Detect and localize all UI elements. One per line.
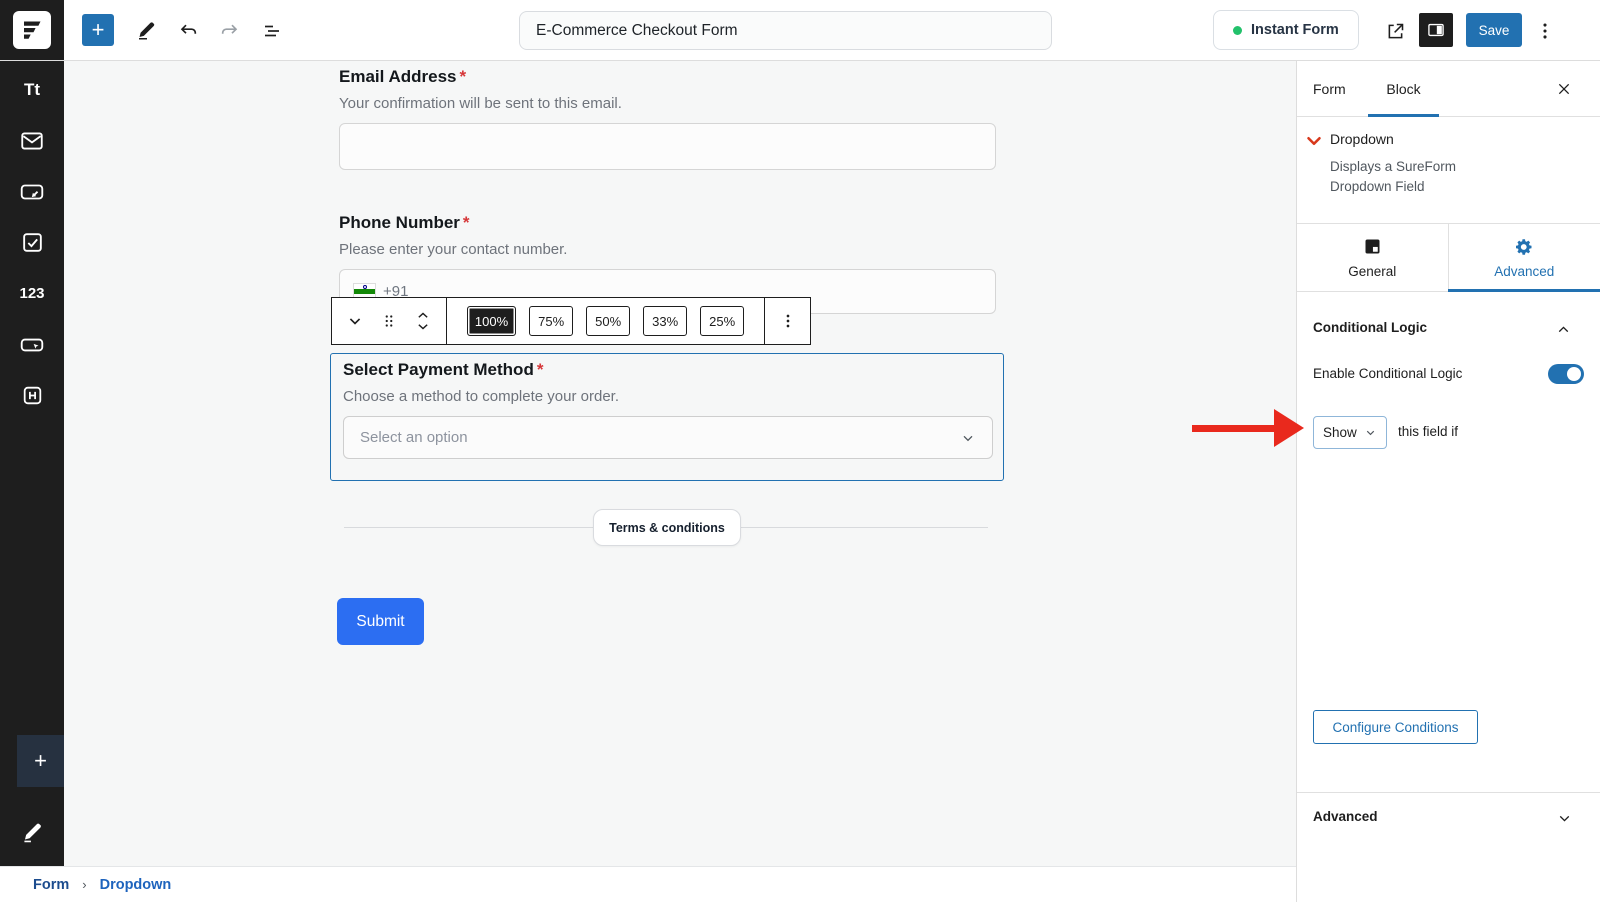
field-tools-sidebar: Tt 123 + bbox=[0, 61, 64, 866]
payment-help-text: Choose a method to complete your order. bbox=[343, 388, 1003, 405]
width-25-button[interactable]: 25% bbox=[700, 306, 744, 336]
payment-label: Select Payment Method* bbox=[343, 360, 1003, 380]
drag-handle-icon[interactable] bbox=[374, 303, 404, 339]
close-icon[interactable] bbox=[1556, 81, 1572, 97]
breadcrumb: Form › Dropdown bbox=[0, 866, 1296, 902]
add-field-button[interactable]: + bbox=[17, 735, 64, 787]
status-dot-icon bbox=[1233, 26, 1242, 35]
top-bar: + Instant Form Save bbox=[0, 0, 1600, 61]
dropdown-block-icon bbox=[1303, 130, 1325, 152]
editor-canvas: Email Address* Your confirmation will be… bbox=[64, 61, 1296, 866]
conditional-logic-section-header[interactable]: Conditional Logic bbox=[1297, 304, 1600, 354]
tab-block[interactable]: Block bbox=[1368, 61, 1439, 117]
dropdown-field-block-selected[interactable]: Select Payment Method* Choose a method t… bbox=[330, 353, 1004, 481]
payment-method-select[interactable]: Select an option bbox=[343, 416, 993, 459]
select-placeholder: Select an option bbox=[360, 429, 468, 446]
block-toolbar: 100% 75% 50% 33% 25% bbox=[331, 297, 811, 345]
block-title: Dropdown bbox=[1330, 131, 1394, 147]
email-field-block[interactable]: Email Address* Your confirmation will be… bbox=[339, 67, 996, 170]
dropdown-field-icon[interactable] bbox=[0, 319, 64, 370]
block-info-card: Dropdown Displays a SureForm Dropdown Fi… bbox=[1297, 117, 1600, 224]
chevron-down-icon bbox=[1364, 426, 1377, 439]
condition-action-select[interactable]: Show bbox=[1313, 416, 1387, 449]
sureforms-logo-icon bbox=[13, 11, 51, 49]
checkbox-field-icon[interactable] bbox=[0, 217, 64, 268]
text-field-icon[interactable]: Tt bbox=[0, 64, 64, 115]
settings-panel: Form Block Dropdown Displays a SureForm … bbox=[1296, 61, 1600, 902]
tab-general[interactable]: General bbox=[1297, 224, 1449, 291]
edit-tool-icon[interactable] bbox=[133, 18, 159, 44]
chevron-down-icon bbox=[1556, 810, 1573, 827]
email-input[interactable] bbox=[339, 123, 996, 170]
enable-conditional-logic-label: Enable Conditional Logic bbox=[1313, 366, 1462, 381]
block-inserter-button[interactable]: + bbox=[82, 14, 114, 46]
more-options-kebab-icon[interactable] bbox=[1532, 18, 1558, 44]
tab-form[interactable]: Form bbox=[1313, 61, 1346, 117]
width-100-button[interactable]: 100% bbox=[467, 306, 516, 336]
submit-button[interactable]: Submit bbox=[337, 598, 424, 645]
block-description: Displays a SureForm Dropdown Field bbox=[1330, 157, 1495, 197]
undo-icon[interactable] bbox=[175, 18, 201, 44]
conditional-logic-toggle-on[interactable] bbox=[1548, 364, 1584, 384]
panel-tab-bar: Form Block bbox=[1297, 61, 1600, 117]
width-33-button[interactable]: 33% bbox=[643, 306, 687, 336]
required-asterisk: * bbox=[463, 213, 470, 232]
textarea-field-icon[interactable] bbox=[0, 166, 64, 217]
form-title-input[interactable] bbox=[519, 11, 1052, 50]
tab-advanced[interactable]: Advanced bbox=[1449, 224, 1600, 291]
chevron-up-icon bbox=[1555, 321, 1572, 338]
condition-suffix-text: this field if bbox=[1398, 424, 1458, 439]
terms-separator-block[interactable]: Terms & conditions bbox=[593, 509, 741, 546]
chevron-down-icon bbox=[960, 430, 976, 446]
redo-icon[interactable] bbox=[217, 18, 243, 44]
configure-conditions-button[interactable]: Configure Conditions bbox=[1313, 710, 1478, 744]
email-help-text: Your confirmation will be sent to this e… bbox=[339, 95, 996, 112]
save-button[interactable]: Save bbox=[1466, 13, 1522, 47]
block-options-kebab-icon[interactable] bbox=[773, 303, 803, 339]
block-mover-up-down-icon[interactable] bbox=[408, 303, 438, 339]
instant-form-button[interactable]: Instant Form bbox=[1213, 10, 1359, 50]
width-50-button[interactable]: 50% bbox=[586, 306, 630, 336]
advanced-section-header[interactable]: Advanced bbox=[1297, 793, 1600, 843]
settings-tab-bar: General Advanced bbox=[1297, 224, 1600, 292]
list-view-icon[interactable] bbox=[259, 18, 285, 44]
required-asterisk: * bbox=[459, 67, 466, 86]
breadcrumb-form-link[interactable]: Form bbox=[33, 877, 69, 893]
sureforms-logo[interactable] bbox=[0, 0, 64, 60]
width-75-button[interactable]: 75% bbox=[529, 306, 573, 336]
block-icon bbox=[1362, 236, 1383, 257]
settings-sidebar-toggle-button[interactable] bbox=[1419, 13, 1453, 47]
hidden-field-icon[interactable] bbox=[0, 370, 64, 421]
condition-action-row: Show this field if bbox=[1297, 416, 1600, 449]
instant-form-label: Instant Form bbox=[1251, 22, 1339, 38]
email-field-icon[interactable] bbox=[0, 115, 64, 166]
active-tab-underline bbox=[1448, 289, 1600, 292]
gear-icon bbox=[1514, 237, 1534, 257]
phone-label: Phone Number* bbox=[339, 213, 996, 233]
edit-pencil-icon[interactable] bbox=[19, 820, 45, 846]
required-asterisk: * bbox=[537, 360, 544, 379]
enable-conditional-logic-row: Enable Conditional Logic bbox=[1297, 360, 1600, 390]
phone-help-text: Please enter your contact number. bbox=[339, 241, 996, 258]
number-field-icon[interactable]: 123 bbox=[0, 268, 64, 319]
preview-external-link-icon[interactable] bbox=[1382, 18, 1408, 44]
breadcrumb-dropdown-link[interactable]: Dropdown bbox=[100, 877, 172, 893]
breadcrumb-separator: › bbox=[82, 877, 86, 892]
email-label: Email Address* bbox=[339, 67, 996, 87]
block-type-switcher-chevron-icon[interactable] bbox=[340, 303, 370, 339]
